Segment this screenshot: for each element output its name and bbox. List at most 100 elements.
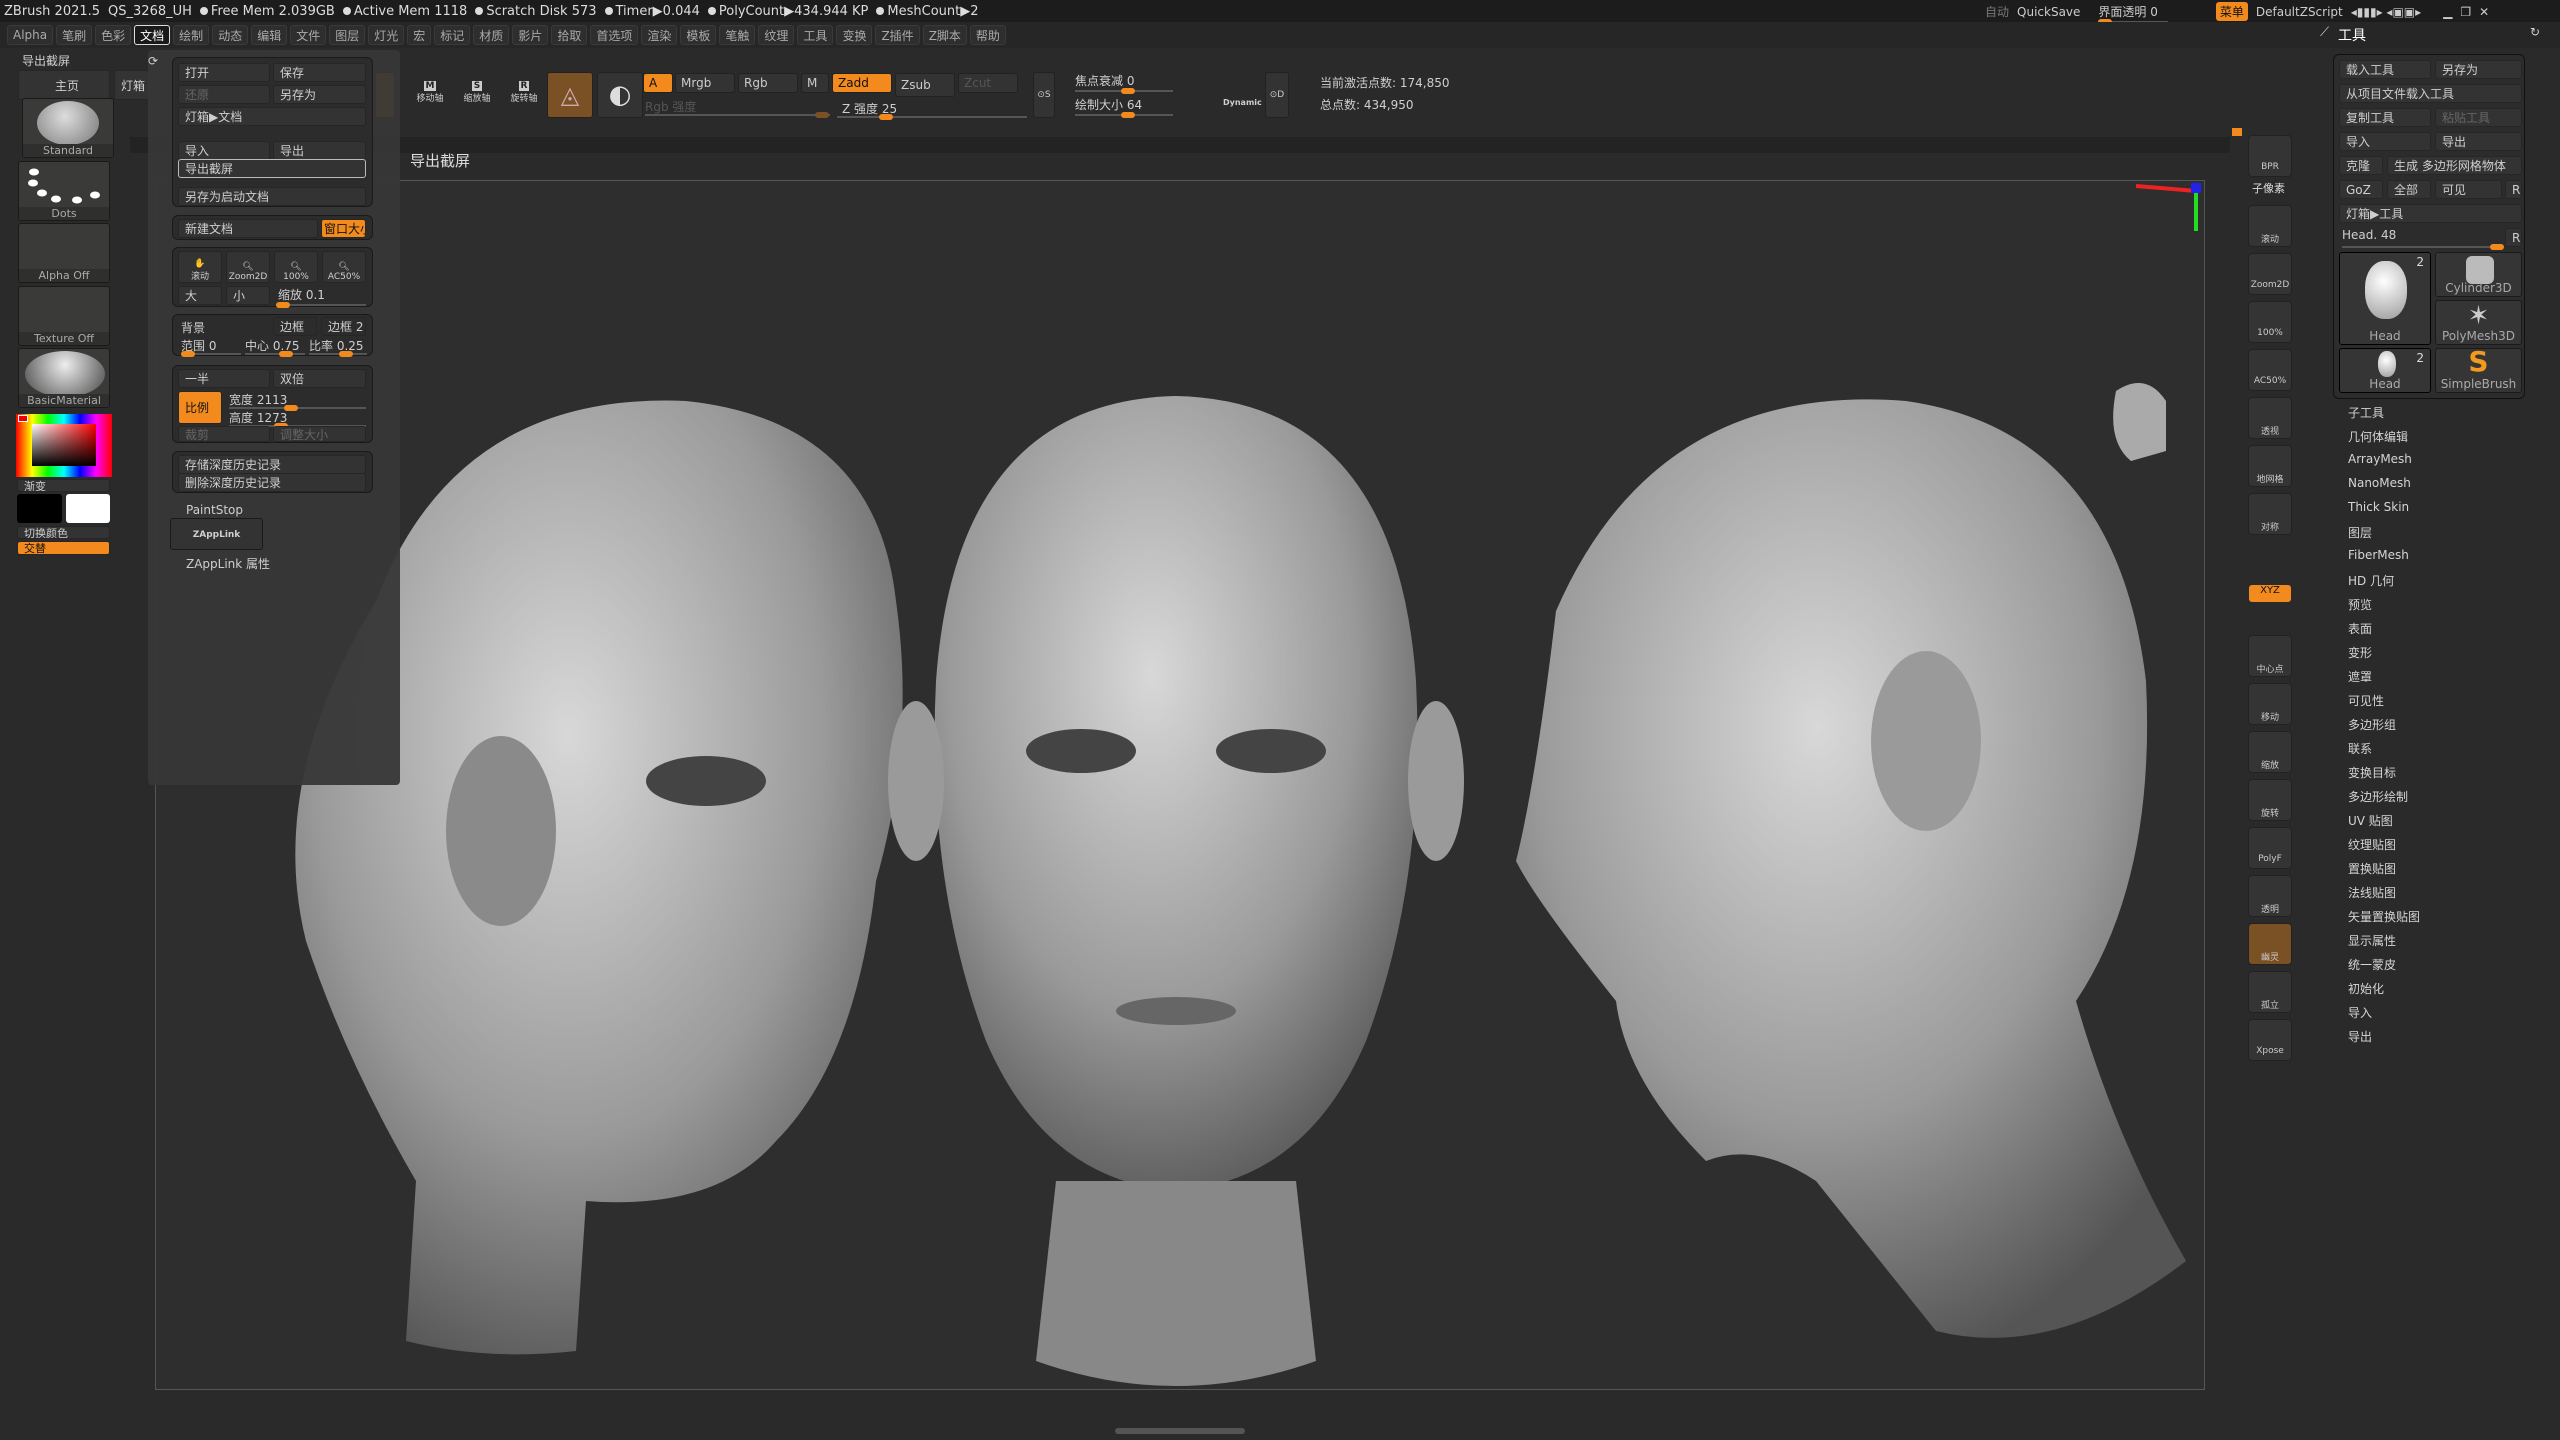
menu-24[interactable]: 帮助 [969, 25, 1006, 45]
menu-4[interactable]: 绘制 [173, 25, 210, 45]
sculptris-button[interactable]: ◐ [597, 72, 643, 118]
save-as-tool-button[interactable]: 另存为 [2435, 60, 2522, 79]
background-button[interactable]: 背景 [181, 319, 205, 336]
subpalette-item[interactable]: 纹理贴图 [2348, 836, 2396, 853]
menu-15[interactable]: 首选项 [590, 25, 639, 45]
subpalette-item[interactable]: UV 贴图 [2348, 812, 2393, 829]
menu-1[interactable]: 笔刷 [56, 25, 93, 45]
subpalette-item[interactable]: 导出 [2348, 1028, 2372, 1045]
viewport[interactable] [156, 181, 2206, 1391]
shelf-bpr-0[interactable]: BPR [2248, 135, 2292, 177]
export-screen-button[interactable]: 导出截屏 [178, 159, 366, 178]
zoom2d-button[interactable]: 🔍︎ Zoom2D [226, 251, 270, 283]
subpalette-item[interactable]: 导入 [2348, 1004, 2372, 1021]
save-startup-doc-button[interactable]: 另存为启动文档 [178, 187, 366, 206]
subpalette-item[interactable]: 变形 [2348, 644, 2372, 661]
zoom100-button[interactable]: 🔍︎ 100% [274, 251, 318, 283]
shelf---13[interactable]: 缩放 [2248, 731, 2292, 773]
subpalette-item[interactable]: 可见性 [2348, 692, 2384, 709]
shelf---11[interactable]: 中心点 [2248, 635, 2292, 677]
import-button[interactable]: 导入 [178, 141, 270, 160]
menu-14[interactable]: 拾取 [551, 25, 588, 45]
tool-thumb-cylinder[interactable]: Cylinder3D [2435, 252, 2522, 297]
subpalette-item[interactable]: 显示属性 [2348, 932, 2396, 949]
minimize-icon[interactable]: ▁ [2443, 5, 2452, 19]
shelf-100--4[interactable]: 100% [2248, 301, 2292, 343]
tool-slider[interactable] [2342, 244, 2504, 250]
shelf---6[interactable]: 透视 [2248, 397, 2292, 439]
ui-opacity-slider[interactable]: 界面透明 0 [2098, 3, 2169, 25]
shelf-ac50--5[interactable]: AC50% [2248, 349, 2292, 391]
subpalette-item[interactable]: 变换目标 [2348, 764, 2396, 781]
import-tool-button[interactable]: 导入 [2339, 132, 2431, 151]
subpalette-item[interactable]: 图层 [2348, 524, 2372, 541]
revert-button[interactable]: 还原 [178, 85, 270, 104]
restore-icon[interactable]: ❐ [2460, 5, 2471, 19]
small-button[interactable]: 小 [226, 286, 270, 305]
store-depth-history-button[interactable]: 存储深度历史记录 [178, 455, 366, 474]
open-button[interactable]: 打开 [178, 63, 270, 82]
shelf---2[interactable]: 滚动 [2248, 205, 2292, 247]
copy-tool-button[interactable]: 复制工具 [2339, 108, 2431, 127]
goz-button[interactable]: GoZ [2339, 180, 2383, 199]
zadd-button[interactable]: Zadd [832, 73, 892, 93]
rate-slider[interactable] [309, 351, 367, 357]
menu-0[interactable]: Alpha [7, 25, 54, 45]
zapplink-properties[interactable]: ZAppLink 属性 [186, 555, 270, 572]
subpalette-item[interactable]: NanoMesh [2348, 476, 2411, 490]
new-document-button[interactable]: 新建文档 [178, 219, 318, 238]
menu-13[interactable]: 影片 [512, 25, 549, 45]
draw-size-slider[interactable] [1075, 112, 1173, 118]
resize-button[interactable]: 调整大小 [273, 426, 366, 442]
load-tool-button[interactable]: 载入工具 [2339, 60, 2431, 79]
ac50-button[interactable]: 🔍︎ AC50% [322, 251, 366, 283]
menu-12[interactable]: 材质 [473, 25, 510, 45]
stroke-d-icon[interactable]: ⊙D [1265, 72, 1289, 118]
ratio-toggle[interactable]: 比例 [178, 391, 222, 424]
rotate-axis-button[interactable]: R 旋转轴 [504, 72, 544, 112]
alpha-selector[interactable]: Alpha Off [18, 223, 110, 283]
menu-21[interactable]: 变换 [836, 25, 873, 45]
bottom-shelf-handle[interactable] [1115, 1428, 1245, 1434]
shelf---16[interactable]: 透明 [2248, 875, 2292, 917]
secondary-color[interactable] [66, 494, 110, 523]
menu-5[interactable]: 动态 [212, 25, 249, 45]
subpalette-item[interactable]: 联系 [2348, 740, 2372, 757]
paintstop-label[interactable]: PaintStop [186, 503, 243, 517]
zsub-button[interactable]: Zsub [895, 73, 955, 97]
goz-visible-button[interactable]: 可见 [2435, 180, 2502, 199]
zoom-slider[interactable] [276, 302, 366, 308]
subpalette-item[interactable]: HD 几何 [2348, 572, 2394, 589]
subpalette-item[interactable]: FiberMesh [2348, 548, 2409, 562]
menu-19[interactable]: 纹理 [758, 25, 795, 45]
shelf---7[interactable]: 地网格 [2248, 445, 2292, 487]
zapplink-button[interactable]: ZAppLink [170, 518, 263, 550]
window-size-button[interactable]: 窗口大小 [321, 219, 366, 238]
shelf---18[interactable]: 孤立 [2248, 971, 2292, 1013]
make-polymesh-button[interactable]: 生成 多边形网格物体 [2387, 156, 2522, 175]
close-icon[interactable]: ✕ [2479, 5, 2489, 19]
tool-thumb-polymesh[interactable]: ✶ PolyMesh3D [2435, 300, 2522, 345]
pin-icon[interactable]: ⟳ [148, 54, 158, 68]
subpalette-item[interactable]: 置换贴图 [2348, 860, 2396, 877]
subpalette-item[interactable]: 统一蒙皮 [2348, 956, 2396, 973]
goz-all-button[interactable]: 全部 [2387, 180, 2431, 199]
border-button[interactable]: 边框 [273, 317, 317, 336]
menu-18[interactable]: 笔触 [719, 25, 756, 45]
rgb-intensity-slider[interactable] [645, 112, 830, 118]
navigation-gizmo[interactable] [2113, 183, 2201, 461]
scroll-button[interactable]: ✋ 滚动 [178, 251, 222, 283]
subpalette-item[interactable]: 预览 [2348, 596, 2372, 613]
brush-selector[interactable]: Standard [22, 98, 114, 158]
menu-10[interactable]: 宏 [407, 25, 432, 45]
color-picker[interactable] [16, 414, 112, 477]
m-button[interactable]: M [801, 73, 829, 93]
range-slider[interactable] [181, 351, 241, 357]
subpalette-item[interactable]: 遮罩 [2348, 668, 2372, 685]
half-button[interactable]: 一半 [178, 369, 270, 388]
alternate-toggle[interactable]: 交替 [17, 541, 110, 555]
menu-2[interactable]: 色彩 [95, 25, 132, 45]
subpalette-item[interactable]: Thick Skin [2348, 500, 2409, 514]
menu-8[interactable]: 图层 [329, 25, 366, 45]
tool-thumb-head-2[interactable]: 2 Head [2339, 348, 2431, 393]
